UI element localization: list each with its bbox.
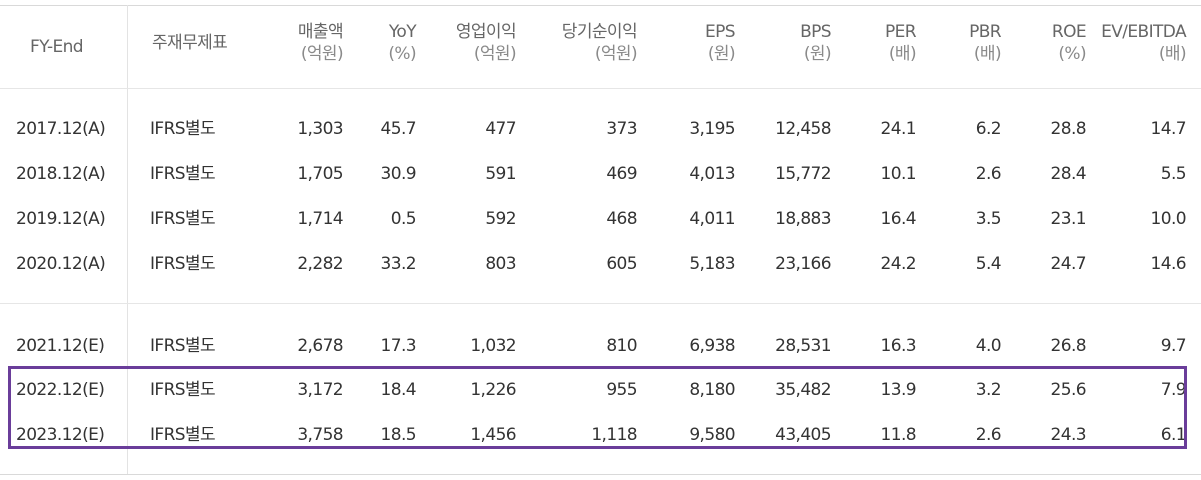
value-cell: 9.7 [1160,336,1187,356]
value-cell: 1,032 [470,336,516,356]
value-cell: 45.7 [380,119,417,139]
fy-end-cell: 2019.12(A) [16,209,106,229]
value-cell: 6,938 [689,336,735,356]
value-cell: 16.3 [880,336,917,356]
column-header: 영업이익 (억원) [455,21,517,65]
statement-type-cell: IFRS별도 [150,164,216,184]
value-cell: 30.9 [380,164,417,184]
statement-type-cell: IFRS별도 [150,119,216,139]
column-header: 매출액 (억원) [297,21,344,65]
column-header-unit: (억원) [473,44,517,64]
value-cell: 2,282 [297,254,343,274]
column-header-unit: (억원) [300,44,344,64]
value-cell: 3,195 [689,119,735,139]
fy-end-cell: 2021.12(E) [16,336,105,356]
column-header: 주재무제표 [152,32,228,54]
column-header-label: FY-End [30,37,84,57]
value-cell: 24.2 [880,254,917,274]
fy-end-cell: 2017.12(A) [16,119,106,139]
value-cell: 17.3 [380,336,417,356]
table-bottom-border [0,474,1201,475]
value-cell: 14.7 [1150,119,1187,139]
value-cell: 373 [606,119,637,139]
statement-type-cell: IFRS별도 [150,336,216,356]
value-cell: 605 [606,254,637,274]
value-cell: 4,013 [689,164,735,184]
column-header-unit: (원) [707,44,736,64]
forecast-highlight-box [8,366,1187,449]
value-cell: 1,705 [297,164,343,184]
column-header: PER (배) [884,21,917,65]
value-cell: 10.1 [880,164,917,184]
value-cell: 477 [485,119,516,139]
column-header-label: BPS [800,22,832,42]
value-cell: 6.2 [975,119,1002,139]
value-cell: 2,678 [297,336,343,356]
section-divider [0,303,1201,304]
value-cell: 24.7 [1050,254,1087,274]
column-header-unit: (억원) [594,44,638,64]
column-header-label: 영업이익 [455,22,517,42]
column-header-label: PBR [969,22,1002,42]
column-header: YoY (%) [388,21,416,65]
column-header-label: ROE [1051,22,1087,42]
value-cell: 15,772 [775,164,831,184]
value-cell: 803 [485,254,516,274]
column-header-label: YoY [388,22,417,42]
value-cell: 4.0 [975,336,1002,356]
table-top-border [0,5,1201,6]
column-header-label: EPS [705,22,736,42]
value-cell: 810 [606,336,637,356]
column-header-unit: (배) [973,44,1002,64]
value-cell: 18,883 [775,209,831,229]
column-header-unit: (%) [388,44,416,64]
column-header: BPS (원) [800,21,832,65]
column-header-label: EV/EBITDA [1101,22,1187,42]
value-cell: 469 [606,164,637,184]
value-cell: 28.8 [1050,119,1087,139]
value-cell: 468 [606,209,637,229]
column-header: FY-End [30,36,84,58]
column-header-unit: (배) [888,44,917,64]
value-cell: 3.5 [975,209,1002,229]
value-cell: 5.4 [975,254,1002,274]
value-cell: 2.6 [975,164,1002,184]
value-cell: 0.5 [390,209,417,229]
value-cell: 23.1 [1050,209,1087,229]
column-header: EV/EBITDA (배) [1101,21,1187,65]
value-cell: 591 [485,164,516,184]
statement-type-cell: IFRS별도 [150,254,216,274]
column-header-unit: (%) [1058,44,1086,64]
column-header: ROE (%) [1051,21,1087,65]
column-header-label: 매출액 [297,22,344,42]
value-cell: 592 [485,209,516,229]
value-cell: 4,011 [689,209,735,229]
value-cell: 14.6 [1150,254,1187,274]
value-cell: 24.1 [880,119,917,139]
value-cell: 10.0 [1150,209,1187,229]
header-divider [0,88,1201,89]
fy-end-cell: 2018.12(A) [16,164,106,184]
column-header: 당기순이익 (억원) [561,21,638,65]
column-header-label: 당기순이익 [561,22,638,42]
value-cell: 16.4 [880,209,917,229]
value-cell: 1,714 [297,209,343,229]
fy-end-cell: 2020.12(A) [16,254,106,274]
value-cell: 28,531 [775,336,831,356]
value-cell: 5,183 [689,254,735,274]
statement-type-cell: IFRS별도 [150,209,216,229]
column-header-unit: (원) [803,44,832,64]
column-header-unit: (배) [1158,44,1187,64]
column-header-label: PER [884,22,917,42]
value-cell: 23,166 [775,254,831,274]
value-cell: 12,458 [775,119,831,139]
value-cell: 28.4 [1050,164,1087,184]
column-header-label: 주재무제표 [152,33,228,53]
value-cell: 26.8 [1050,336,1087,356]
value-cell: 5.5 [1160,164,1187,184]
value-cell: 1,303 [297,119,343,139]
value-cell: 33.2 [380,254,417,274]
column-header: EPS (원) [705,21,736,65]
column-header: PBR (배) [969,21,1002,65]
